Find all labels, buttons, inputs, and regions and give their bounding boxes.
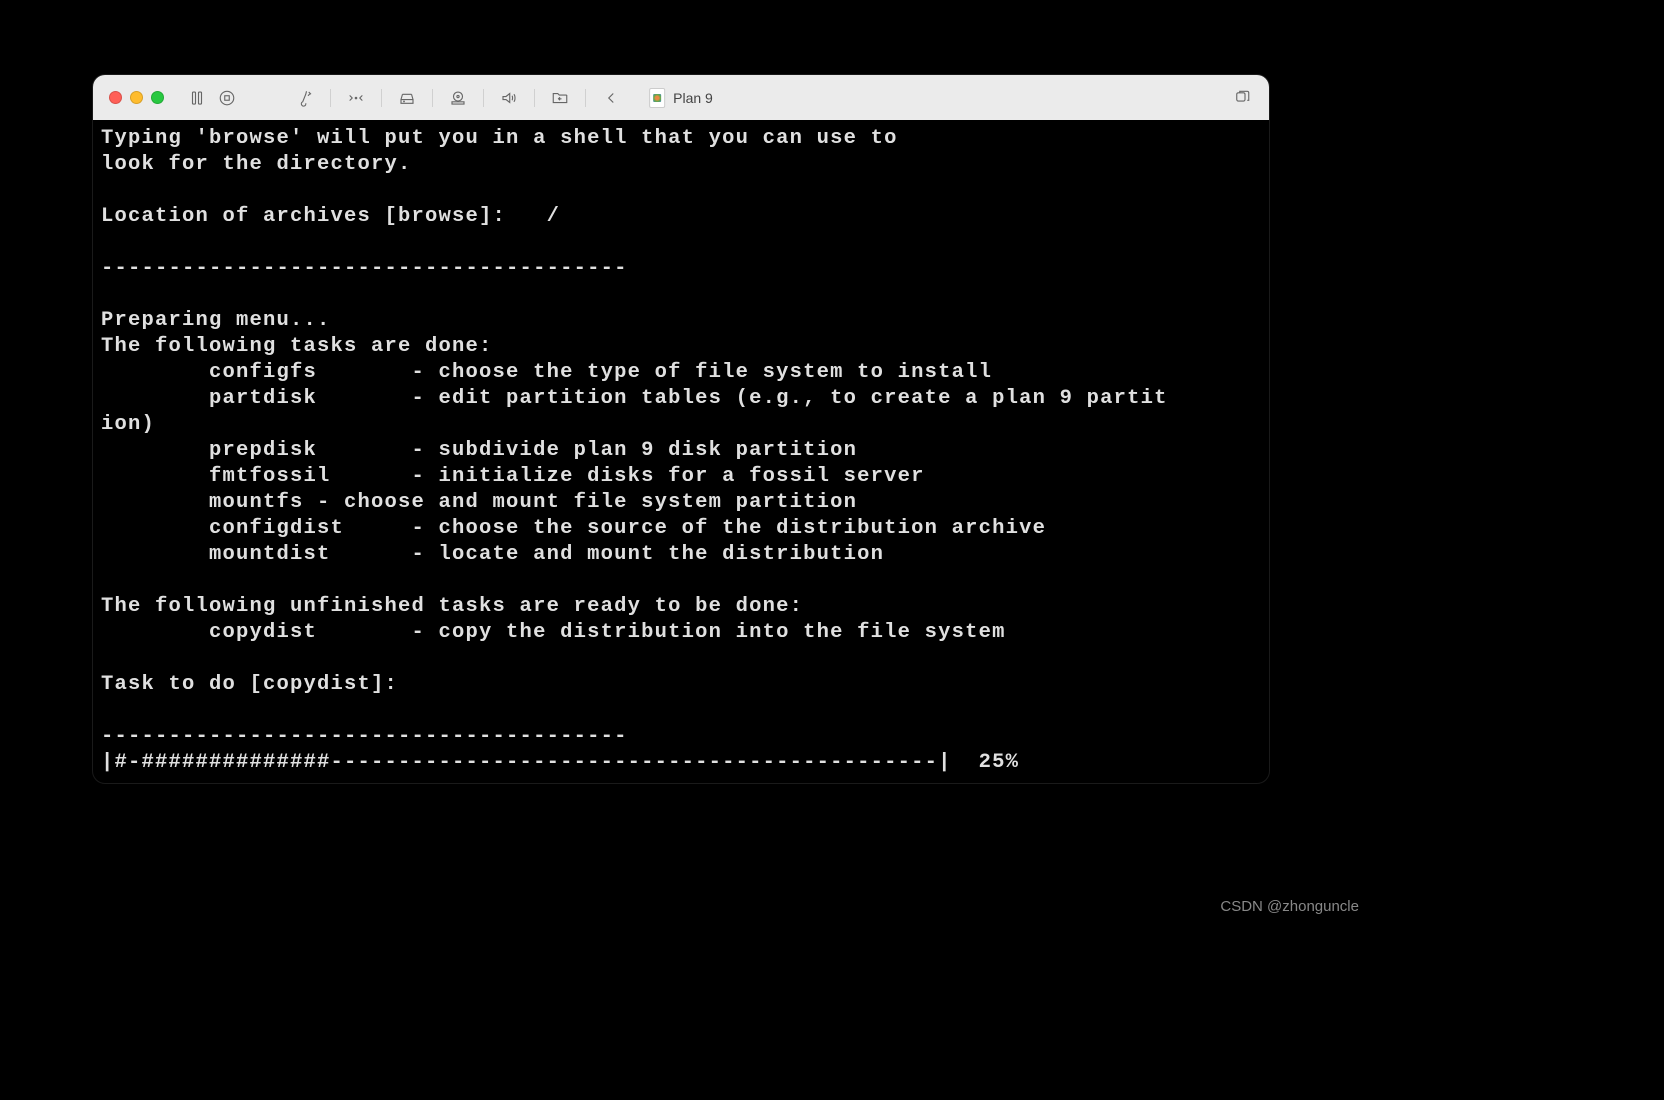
pause-icon[interactable] [186,87,208,109]
settings-icon[interactable] [294,87,316,109]
traffic-lights [109,91,164,104]
resize-icon[interactable] [345,87,367,109]
watermark: CSDN @zhonguncle [1220,898,1359,915]
back-icon[interactable] [600,87,622,109]
separator [381,89,382,107]
terminal-output[interactable]: Typing 'browse' will put you in a shell … [93,120,1269,782]
document-icon [649,88,665,108]
separator [534,89,535,107]
windows-icon[interactable] [1231,87,1253,109]
disc-icon[interactable] [447,87,469,109]
window-title: Plan 9 [649,88,713,108]
drive-icon[interactable] [396,87,418,109]
close-button[interactable] [109,91,122,104]
sound-icon[interactable] [498,87,520,109]
stop-icon[interactable] [216,87,238,109]
separator [330,89,331,107]
titlebar: Plan 9 [93,75,1269,120]
vm-window: Plan 9 Typing 'browse' will put you in a… [93,75,1269,783]
separator [432,89,433,107]
title-text: Plan 9 [673,90,713,106]
maximize-button[interactable] [151,91,164,104]
folder-share-icon[interactable] [549,87,571,109]
separator [483,89,484,107]
minimize-button[interactable] [130,91,143,104]
separator [585,89,586,107]
